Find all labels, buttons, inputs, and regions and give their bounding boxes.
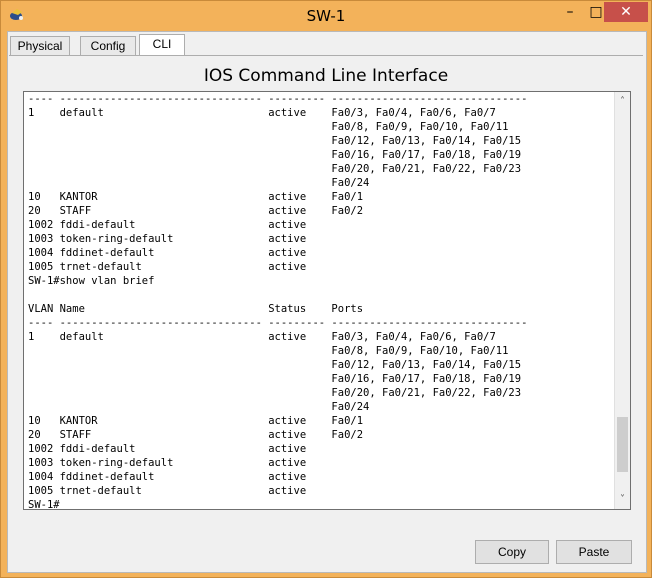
terminal-line: Fa0/8, Fa0/9, Fa0/10, Fa0/11 bbox=[28, 121, 509, 133]
terminal-line: Fa0/16, Fa0/17, Fa0/18, Fa0/19 bbox=[28, 373, 522, 385]
terminal-line: Fa0/12, Fa0/13, Fa0/14, Fa0/15 bbox=[28, 135, 522, 147]
terminal-line: 1005 trnet-default active bbox=[28, 261, 307, 273]
title-bar: SW-1 – □ ✕ bbox=[1, 1, 651, 31]
terminal-line: Fa0/24 bbox=[28, 401, 370, 413]
terminal-line: Fa0/16, Fa0/17, Fa0/18, Fa0/19 bbox=[28, 149, 522, 161]
window-client: Physical Config CLI IOS Command Line Int… bbox=[7, 31, 647, 573]
paste-button[interactable]: Paste bbox=[556, 540, 632, 564]
terminal-line: 10 KANTOR active Fa0/1 bbox=[28, 191, 364, 203]
terminal-line: ---- -------------------------------- --… bbox=[28, 93, 528, 105]
scroll-down-icon[interactable]: ˅ bbox=[615, 492, 630, 507]
cli-heading: IOS Command Line Interface bbox=[203, 66, 449, 86]
cli-terminal[interactable]: ---- -------------------------------- --… bbox=[23, 91, 631, 510]
terminal-line: Fa0/20, Fa0/21, Fa0/22, Fa0/23 bbox=[28, 163, 522, 175]
terminal-line: 1002 fddi-default active bbox=[28, 219, 307, 231]
terminal-line: Fa0/24 bbox=[28, 177, 370, 189]
cli-panel: IOS Command Line Interface ---- --------… bbox=[9, 55, 643, 570]
terminal-line: 1004 fddinet-default active bbox=[28, 247, 307, 259]
minimize-button[interactable]: – bbox=[556, 2, 584, 22]
scroll-up-icon[interactable]: ˄ bbox=[615, 94, 630, 109]
close-button[interactable]: ✕ bbox=[604, 2, 648, 22]
terminal-line: 10 KANTOR active Fa0/1 bbox=[28, 415, 364, 427]
terminal-line: Fa0/8, Fa0/9, Fa0/10, Fa0/11 bbox=[28, 345, 509, 357]
terminal-line: SW-1#show vlan brief bbox=[28, 275, 155, 287]
terminal-line: ---- -------------------------------- --… bbox=[28, 317, 528, 329]
copy-button[interactable]: Copy bbox=[475, 540, 549, 564]
terminal-line: 1002 fddi-default active bbox=[28, 443, 307, 455]
tab-physical[interactable]: Physical bbox=[10, 36, 70, 55]
terminal-line: VLAN Name Status Ports bbox=[28, 303, 364, 315]
terminal-line: 1004 fddinet-default active bbox=[28, 471, 307, 483]
terminal-line: 1 default active Fa0/3, Fa0/4, Fa0/6, Fa… bbox=[28, 331, 496, 343]
terminal-line: 20 STAFF active Fa0/2 bbox=[28, 205, 364, 217]
vertical-scrollbar[interactable]: ˄ ˅ bbox=[614, 92, 630, 509]
terminal-output[interactable]: ---- -------------------------------- --… bbox=[28, 92, 608, 509]
terminal-line: Fa0/20, Fa0/21, Fa0/22, Fa0/23 bbox=[28, 387, 522, 399]
terminal-line: 20 STAFF active Fa0/2 bbox=[28, 429, 364, 441]
terminal-line: 1005 trnet-default active bbox=[28, 485, 307, 497]
terminal-line: SW-1# bbox=[28, 499, 60, 509]
terminal-line: 1003 token-ring-default active bbox=[28, 457, 307, 469]
window-title: SW-1 bbox=[306, 7, 346, 25]
terminal-line: Fa0/12, Fa0/13, Fa0/14, Fa0/15 bbox=[28, 359, 522, 371]
tab-cli[interactable]: CLI bbox=[139, 34, 185, 56]
tab-config[interactable]: Config bbox=[80, 36, 136, 55]
scroll-thumb[interactable] bbox=[617, 417, 628, 472]
terminal-line: 1 default active Fa0/3, Fa0/4, Fa0/6, Fa… bbox=[28, 107, 496, 119]
terminal-line: 1003 token-ring-default active bbox=[28, 233, 307, 245]
app-window: SW-1 – □ ✕ Physical Config CLI IOS Comma… bbox=[0, 0, 652, 578]
